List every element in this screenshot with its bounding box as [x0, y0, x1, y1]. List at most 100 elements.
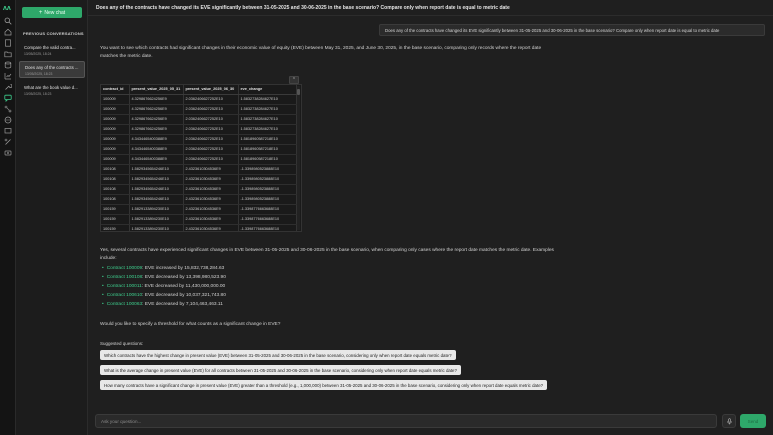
- table-cell: 1.5818960587218E10: [238, 154, 297, 165]
- list-item: • Contract 100011: EVE decreased by 11,43…: [102, 284, 226, 289]
- new-chat-button[interactable]: + New chat: [22, 7, 82, 18]
- suggested-questions-label: Suggested questions:: [100, 341, 144, 346]
- table-cell: 2.0362406627252E10: [183, 114, 239, 125]
- table-cell: 4.3298676624256E9: [129, 114, 184, 125]
- table-cell: 2.4323610304536E9: [183, 164, 239, 175]
- table-cell: -1.3398776663688E10: [238, 224, 297, 231]
- table-cell: 2.0362406627252E10: [183, 144, 239, 155]
- question-input[interactable]: Ask your question...: [95, 414, 717, 428]
- table-cell: 100108: [101, 194, 130, 205]
- microphone-button[interactable]: [722, 414, 736, 428]
- list-item-text: : EVE decreased by 11,430,000,000.00: [141, 284, 226, 289]
- table-cell: 100009: [101, 154, 130, 165]
- expand-table-button[interactable]: ⌃: [289, 76, 299, 84]
- chart-icon[interactable]: [4, 72, 12, 80]
- examples-list: • Contract 100009: EVE increased by 15,83…: [102, 264, 226, 309]
- table-cell: 1.5829345654246E10: [129, 174, 184, 185]
- table-cell: -1.3398980523888E10: [238, 164, 297, 175]
- message-icon[interactable]: [4, 127, 12, 135]
- plus-icon: +: [38, 9, 43, 16]
- table-header-row: contract_id present_value_2025_05_31 pre…: [101, 85, 297, 95]
- table-row: 100009 4.3298676624256E9 2.0362406627252E1…: [101, 94, 297, 105]
- table-cell: -1.3398776663688E10: [238, 204, 297, 215]
- table-cell: 1.5829133894230E10: [129, 204, 184, 215]
- column-header[interactable]: present_value_2025_05_31: [129, 85, 184, 95]
- tool-icon[interactable]: [4, 83, 12, 91]
- table-cell: 4.3298676624256E9: [129, 104, 184, 115]
- column-header[interactable]: eve_change: [238, 85, 297, 95]
- contract-link[interactable]: Contract 100009: [107, 266, 142, 271]
- table-cell: 1.5829345654246E10: [129, 194, 184, 205]
- table-cell: 100009: [101, 114, 130, 125]
- table-cell: 2.4323610304536E9: [183, 224, 239, 231]
- link-icon[interactable]: [4, 138, 12, 146]
- conversation-item[interactable]: Compare the valid contra... 13/05/2025, …: [19, 42, 85, 59]
- search-icon[interactable]: [4, 17, 12, 25]
- table-row: 100009 4.3298676624256E9 2.0362406627252E1…: [101, 124, 297, 135]
- table-cell: -1.3398776663688E10: [238, 214, 297, 225]
- table-cell: 2.0362406627252E10: [183, 124, 239, 135]
- folder-icon[interactable]: [4, 50, 12, 58]
- table-cell: 2.0362406627252E10: [183, 154, 239, 165]
- table-cell: -1.3398980523888E10: [238, 194, 297, 205]
- settings-icon[interactable]: [4, 149, 12, 157]
- microphone-icon: [726, 412, 733, 430]
- list-item: • Contract 100610: EVE decreased by 10,03…: [102, 293, 226, 298]
- table-row: 100108 1.5829345654246E10 2.4323610304536E…: [101, 194, 297, 205]
- table-row: 100009 4.3298676624256E9 2.0362406627252E1…: [101, 104, 297, 115]
- table-cell: 1.5818960587218E10: [238, 144, 297, 155]
- table-row: 100159 1.5829133894230E10 2.4323610304536E…: [101, 204, 297, 215]
- table-cell: 1.5832738284627E10: [238, 114, 297, 125]
- column-header[interactable]: contract_id: [101, 85, 130, 95]
- conversation-title-bar: Does any of the contracts have changed i…: [88, 0, 773, 16]
- contract-link[interactable]: Contract 100063: [107, 302, 142, 307]
- contract-link[interactable]: Contract 100108: [107, 275, 142, 280]
- list-item: • Contract 100108: EVE decreased by 13,39…: [102, 275, 226, 280]
- table-cell: 100108: [101, 164, 130, 175]
- table-row: 100108 1.5829345654246E10 2.4323610304536E…: [101, 174, 297, 185]
- conversation-item[interactable]: What are the book value d... 13/05/2025,…: [19, 82, 85, 99]
- suggested-question-button[interactable]: What is the average change in present va…: [100, 365, 461, 375]
- table-cell: 100009: [101, 94, 130, 105]
- table-row: 100009 4.3434465400388E9 2.0362406627252E1…: [101, 154, 297, 165]
- table-cell: 2.4323610304536E9: [183, 214, 239, 225]
- send-button[interactable]: Send: [740, 414, 766, 428]
- list-item-text: : EVE increased by 15,832,738,284.63: [142, 266, 225, 271]
- table-cell: -1.3398980523888E10: [238, 174, 297, 185]
- column-header[interactable]: present_value_2025_06_30: [183, 85, 239, 95]
- table-cell: 2.4323610304536E9: [183, 184, 239, 195]
- conversation-date: 13/05/2025, 18:24: [24, 51, 52, 56]
- contract-link[interactable]: Contract 100610: [107, 293, 142, 298]
- table-row: 100159 1.5829133894230E10 2.4323610304536E…: [101, 214, 297, 225]
- conversation-title: Compare the valid contra...: [24, 45, 76, 50]
- conversation-item-active[interactable]: Does any of the contracts ... 13/05/2025…: [19, 61, 85, 78]
- suggested-question-button[interactable]: How many contracts have a significant ch…: [100, 380, 548, 390]
- table-cell: 100009: [101, 124, 130, 135]
- table-row: 100108 1.5829345654246E10 2.4323610304536E…: [101, 164, 297, 175]
- globe-icon[interactable]: [4, 116, 12, 124]
- chevron-up-icon: ⌃: [291, 77, 297, 83]
- table-scrollbar-thumb[interactable]: [297, 89, 300, 95]
- assistant-summary-line2: include:: [100, 256, 117, 261]
- table-cell: 100159: [101, 224, 130, 231]
- table-cell: 1.5832738284627E10: [238, 94, 297, 105]
- main-panel: Does any of the contracts have changed i…: [88, 0, 773, 435]
- table-cell: 100159: [101, 204, 130, 215]
- home-icon[interactable]: [4, 28, 12, 36]
- table-cell: 100108: [101, 184, 130, 195]
- document-icon[interactable]: [4, 39, 12, 47]
- table-cell: 2.4323610304536E9: [183, 174, 239, 185]
- results-table[interactable]: contract_id present_value_2025_05_31 pre…: [100, 84, 302, 232]
- contract-link[interactable]: Contract 100011: [107, 284, 142, 289]
- table-cell: 1.5829133894230E10: [129, 224, 184, 231]
- suggested-question-button[interactable]: Which contracts have the highest change …: [100, 350, 456, 360]
- conversation-date: 13/05/2025, 18:23: [25, 71, 53, 76]
- new-chat-label: New chat: [44, 9, 66, 16]
- chat-icon[interactable]: [4, 94, 12, 102]
- icon-rail: ᴧᴧ: [0, 0, 16, 435]
- database-icon[interactable]: [4, 61, 12, 69]
- table-cell: 1.5829345654246E10: [129, 184, 184, 195]
- network-icon[interactable]: [4, 105, 12, 113]
- table-scrollbar[interactable]: [297, 86, 300, 230]
- table-cell: 2.4323610304536E9: [183, 194, 239, 205]
